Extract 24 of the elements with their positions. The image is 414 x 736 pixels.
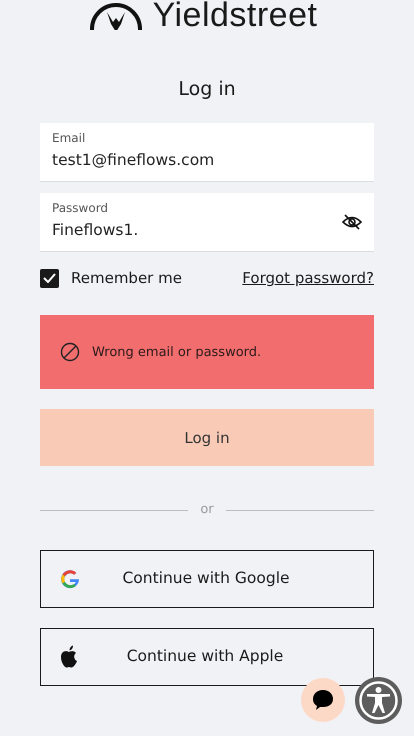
accessibility-icon [358, 680, 399, 721]
accessibility-button[interactable] [355, 677, 402, 724]
input-field[interactable]: Password Fineflows1. [40, 192, 374, 251]
apple-icon [59, 644, 79, 669]
email-input[interactable]: test1@fineflows.com [52, 149, 362, 173]
hidden-eye-icon[interactable] [342, 214, 362, 230]
field-label: Email [52, 130, 86, 146]
google-icon [59, 568, 81, 590]
brand-name: Yieldstreet [152, 0, 318, 30]
blocked-icon [60, 342, 80, 362]
chat-button[interactable] [301, 678, 345, 722]
apple-signin-button[interactable]: Continue with Apple [40, 628, 374, 686]
chat-bubble-icon [311, 688, 335, 712]
password-input[interactable]: Fineflows1. [52, 219, 342, 243]
checkbox-label: Remember me [71, 268, 182, 289]
forgot-password-link[interactable]: Forgot password? [242, 266, 374, 290]
google-signin-button[interactable]: Continue with Google [40, 550, 374, 608]
field-label: Password [52, 200, 110, 216]
error-message: Wrong email or password. [92, 344, 262, 362]
input-field[interactable]: Email test1@fineflows.com [40, 122, 374, 181]
page-title: Log in [177, 78, 237, 101]
divider-label: or [200, 501, 214, 520]
checkbox[interactable] [40, 268, 59, 288]
checkmark-icon [43, 273, 56, 284]
